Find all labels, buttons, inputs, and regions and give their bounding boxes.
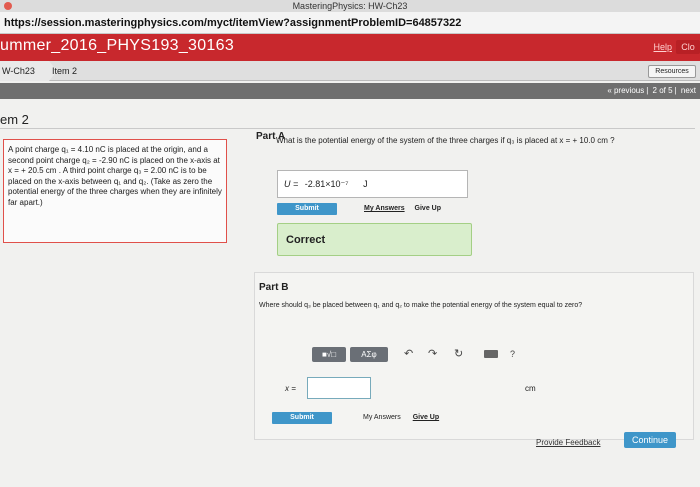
answer-label: U = — [284, 179, 299, 189]
breadcrumb-item: Item 2 — [52, 66, 78, 76]
undo-icon[interactable]: ↶ — [404, 347, 413, 360]
continue-button[interactable]: Continue — [624, 432, 676, 448]
problem-statement: A point charge q₁ = 4.10 nC is placed at… — [3, 139, 227, 243]
breadcrumb-assignment[interactable]: W-Ch23 — [0, 61, 57, 81]
answer-value: -2.81×10⁻⁷ — [304, 179, 349, 189]
part-a-my-answers-link[interactable]: My Answers — [364, 205, 405, 212]
close-window-icon[interactable] — [4, 2, 12, 10]
x-unit-label: cm — [525, 384, 536, 393]
part-b-question: Where should q₃ be placed between q₁ and… — [259, 302, 583, 309]
keyboard-icon[interactable] — [484, 350, 498, 358]
part-b-panel: Part B Where should q₃ be placed between… — [254, 272, 694, 440]
part-b-my-answers-link[interactable]: My Answers — [363, 414, 401, 421]
reset-icon[interactable]: ↻ — [454, 347, 463, 360]
part-b-submit-button[interactable]: Submit — [272, 412, 332, 424]
redo-icon[interactable]: ↷ — [428, 347, 437, 360]
window-title: MasteringPhysics: HW-Ch23 — [292, 1, 408, 11]
part-b-links: My Answers Give Up — [363, 414, 439, 421]
address-bar[interactable]: https://session.masteringphysics.com/myc… — [0, 12, 700, 34]
close-button[interactable]: Clo — [676, 40, 700, 54]
greek-symbols-button[interactable]: ΑΣφ — [350, 347, 388, 362]
math-toolbar: ■√□ ΑΣφ ↶ ↷ ↻ ? — [312, 345, 542, 365]
resources-button[interactable]: Resources — [648, 65, 696, 78]
course-header: ummer_2016_PHYS193_30163 Help Clo — [0, 34, 700, 61]
course-title: ummer_2016_PHYS193_30163 — [0, 37, 235, 54]
pager-bar: « previous | 2 of 5 | next — [0, 83, 700, 99]
provide-feedback-link[interactable]: Provide Feedback — [536, 438, 600, 447]
part-a-answer-box: U = -2.81×10⁻⁷ J — [277, 170, 468, 198]
part-a-give-up-link[interactable]: Give Up — [415, 205, 441, 212]
window-titlebar: MasteringPhysics: HW-Ch23 — [0, 0, 700, 12]
math-template-button[interactable]: ■√□ — [312, 347, 346, 362]
page-position: 2 of 5 — [652, 86, 673, 95]
part-a-feedback: Correct — [277, 223, 472, 256]
answer-unit: J — [363, 179, 368, 189]
help-link[interactable]: Help — [653, 42, 672, 52]
x-input-label: x = — [285, 384, 296, 393]
x-answer-input[interactable] — [307, 377, 371, 399]
next-link[interactable]: next — [681, 86, 696, 95]
pager: « previous | 2 of 5 | next — [607, 86, 696, 95]
divider — [0, 128, 695, 129]
previous-link[interactable]: « previous — [607, 86, 644, 95]
breadcrumb: W-Ch23 Item 2 Resources — [0, 61, 700, 81]
part-a-links: My Answers Give Up — [364, 205, 441, 212]
part-a-submit-button[interactable]: Submit — [277, 203, 337, 215]
item-heading: em 2 — [0, 112, 29, 127]
part-b-give-up-link[interactable]: Give Up — [413, 414, 439, 421]
part-b-title: Part B — [259, 282, 289, 293]
part-a-question: What is the potential energy of the syst… — [276, 136, 615, 145]
help-icon[interactable]: ? — [510, 349, 515, 359]
